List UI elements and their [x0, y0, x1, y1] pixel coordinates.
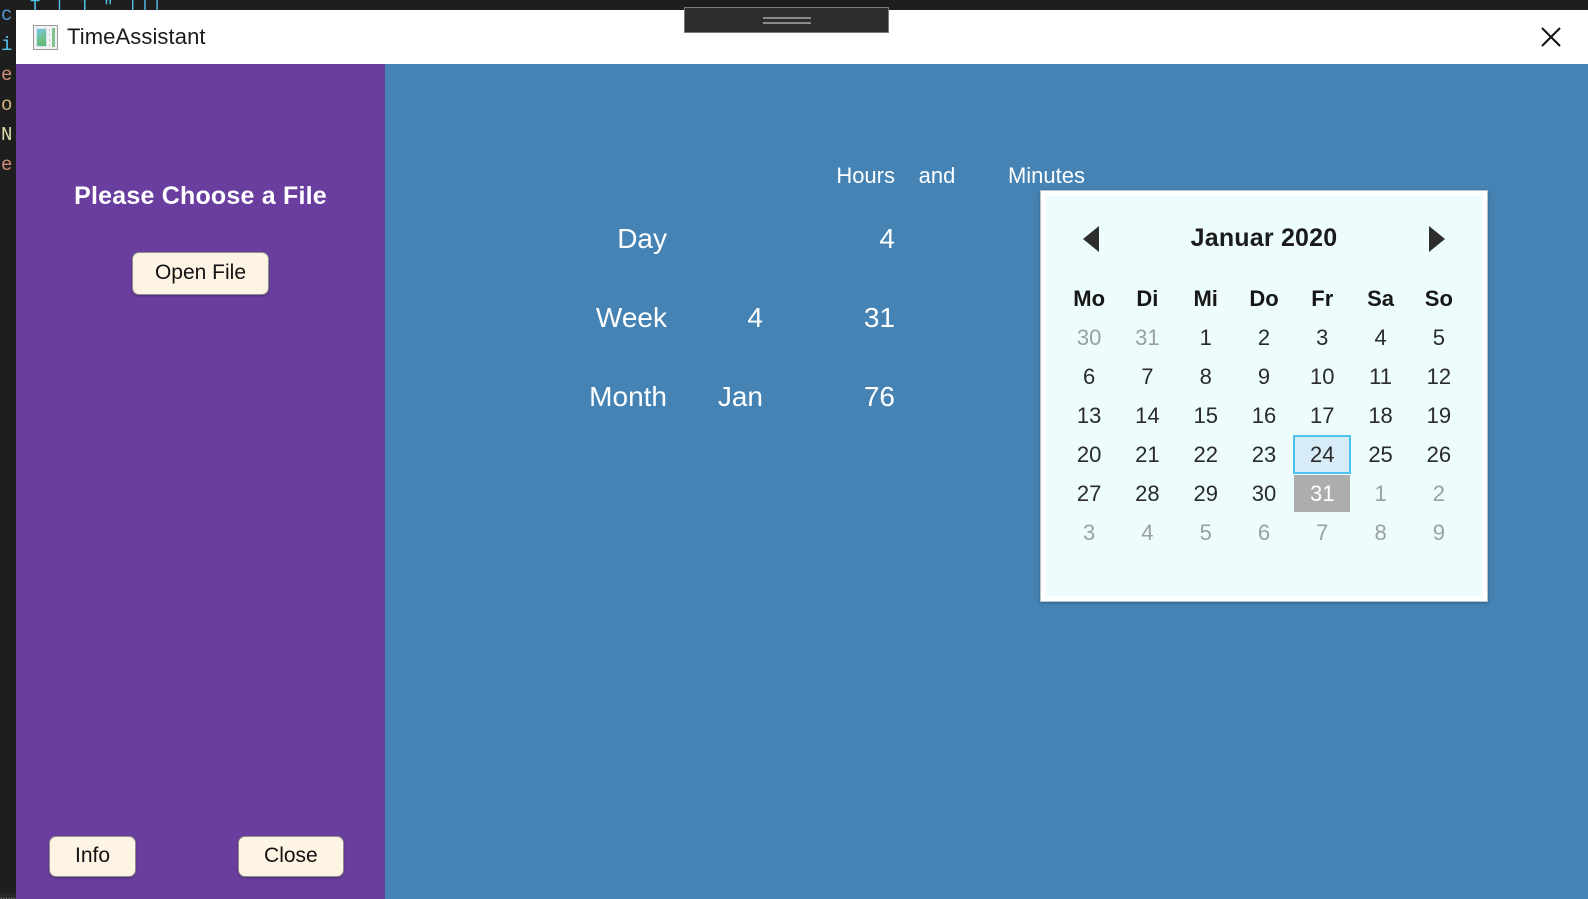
calendar-day[interactable]: 7 [1294, 514, 1350, 551]
cell-and [895, 357, 965, 436]
row-label: Day [617, 222, 667, 254]
calendar-day[interactable]: 5 [1178, 514, 1234, 551]
calendar-day[interactable]: 23 [1236, 436, 1292, 473]
calendar-day[interactable]: 16 [1236, 397, 1292, 434]
calendar-day[interactable]: 6 [1236, 514, 1292, 551]
header-spacer-label [537, 152, 667, 199]
row-label: Month [589, 380, 667, 412]
row-hours: 31 [863, 301, 895, 333]
table-row: MonthJan7632 [537, 357, 1085, 436]
calendar-day[interactable]: 4 [1352, 319, 1408, 356]
calendar-weekday-header: Sa [1367, 285, 1395, 311]
calendar-day[interactable]: 29 [1178, 475, 1234, 512]
row-unit: Jan [717, 380, 763, 412]
window-drag-handle[interactable] [684, 7, 889, 33]
calendar-day[interactable]: 22 [1178, 436, 1234, 473]
calendar-day[interactable]: 14 [1119, 397, 1175, 434]
calendar-day[interactable]: 3 [1061, 514, 1117, 551]
app-window: TimeAssistant Please Choose a File Open … [16, 10, 1588, 899]
calendar-weekday-header: Mi [1193, 285, 1218, 311]
calendar-day[interactable]: 31 [1119, 319, 1175, 356]
calendar-day[interactable]: 20 [1061, 436, 1117, 473]
header-hours: Hours [836, 162, 895, 188]
row-label: Week [595, 301, 667, 333]
calendar-day-today[interactable]: 24 [1293, 435, 1352, 474]
calendar-day[interactable]: 8 [1178, 358, 1234, 395]
window-title: TimeAssistant [67, 24, 206, 49]
header-spacer-unit [667, 152, 763, 199]
open-file-button[interactable]: Open File [131, 252, 270, 295]
triangle-right-icon[interactable] [1422, 224, 1452, 254]
calendar-month-title: Januar 2020 [1190, 224, 1338, 252]
calendar-day[interactable]: 19 [1411, 397, 1467, 434]
main-panel: Hours and Minutes Day424Week43141MonthJa… [385, 64, 1588, 899]
calendar-day[interactable]: 9 [1236, 358, 1292, 395]
app-body: Please Choose a File Open File Info Clos… [16, 64, 1588, 899]
calendar-day[interactable]: 5 [1411, 319, 1467, 356]
calendar-day[interactable]: 30 [1061, 319, 1117, 356]
table-body: Day424Week43141MonthJan7632 [537, 199, 1085, 436]
app-icon-lines [49, 28, 50, 47]
calendar-day[interactable]: 6 [1061, 358, 1117, 395]
calendar-day[interactable]: 21 [1119, 436, 1175, 473]
sidebar: Please Choose a File Open File Info Clos… [16, 64, 385, 899]
calendar-day[interactable]: 10 [1294, 358, 1350, 395]
calendar-inner: Januar 2020 Mo Di Mi Do Fr Sa So 30 31 1 2 3 4 5 6 7 8 9 1… [1046, 196, 1482, 596]
calendar-day[interactable]: 7 [1119, 358, 1175, 395]
table-row: Week43141 [537, 278, 1085, 357]
row-unit [667, 199, 763, 278]
table-header: Hours and Minutes [537, 152, 1085, 199]
calendar-grid: Mo Di Mi Do Fr Sa So 30 31 1 2 3 4 5 6 7 8 9 10 11 12 13 14 15 1… [1060, 263, 1468, 586]
calendar-day[interactable]: 18 [1352, 397, 1408, 434]
cell-and [895, 278, 965, 357]
calendar-day-selected[interactable]: 31 [1294, 475, 1351, 512]
row-hours: 76 [863, 380, 895, 412]
calendar-day[interactable]: 11 [1352, 358, 1408, 395]
sidebar-footer: Info Close [16, 836, 385, 877]
calendar-day[interactable]: 13 [1061, 397, 1117, 434]
date-picker-calendar: Januar 2020 Mo Di Mi Do Fr Sa So 30 31 1 2 3 4 5 6 7 8 9 1… [1040, 190, 1488, 602]
app-window-icon [33, 24, 58, 50]
row-hours: 4 [879, 222, 895, 254]
header-and: and [918, 162, 956, 188]
calendar-day[interactable]: 1 [1352, 475, 1408, 512]
desktop-background: cieoNe T | ] " ||| ………………………………………………………… [0, 0, 1588, 899]
calendar-day[interactable]: 27 [1061, 475, 1117, 512]
close-button[interactable]: Close [238, 836, 344, 877]
calendar-day[interactable]: 2 [1411, 475, 1467, 512]
triangle-left-icon[interactable] [1076, 224, 1106, 254]
calendar-day[interactable]: 12 [1411, 358, 1467, 395]
calendar-day[interactable]: 30 [1236, 475, 1292, 512]
calendar-header: Januar 2020 [1060, 209, 1468, 263]
info-button[interactable]: Info [49, 836, 137, 877]
page-title: Please Choose a File [74, 182, 327, 210]
calendar-day[interactable]: 28 [1119, 475, 1175, 512]
calendar-weekday-header: Mo [1073, 285, 1106, 311]
app-icon-tab [52, 27, 55, 47]
time-summary-table: Hours and Minutes Day424Week43141MonthJa… [537, 152, 1085, 436]
calendar-weekday-header: Do [1249, 285, 1279, 311]
cell-and [895, 199, 965, 278]
drag-handle-line [762, 21, 811, 24]
calendar-day[interactable]: 26 [1411, 436, 1467, 473]
table-row: Day424 [537, 199, 1085, 278]
calendar-weekday-header: Fr [1311, 285, 1334, 311]
table-header-row: Hours and Minutes [537, 152, 1085, 199]
calendar-day[interactable]: 25 [1352, 436, 1408, 473]
calendar-day[interactable]: 15 [1178, 397, 1234, 434]
calendar-day[interactable]: 1 [1178, 319, 1234, 356]
calendar-day[interactable]: 8 [1352, 514, 1408, 551]
close-icon[interactable] [1534, 20, 1568, 54]
calendar-day[interactable]: 2 [1236, 319, 1292, 356]
calendar-weekday-header: So [1424, 285, 1453, 311]
drag-handle-line [762, 16, 811, 19]
calendar-day[interactable]: 17 [1294, 397, 1350, 434]
calendar-day[interactable]: 9 [1411, 514, 1467, 551]
calendar-weekday-header: Di [1136, 285, 1159, 311]
calendar-day[interactable]: 4 [1119, 514, 1175, 551]
app-icon-panel [36, 27, 47, 47]
calendar-day[interactable]: 3 [1294, 319, 1350, 356]
row-unit: 4 [747, 301, 763, 333]
